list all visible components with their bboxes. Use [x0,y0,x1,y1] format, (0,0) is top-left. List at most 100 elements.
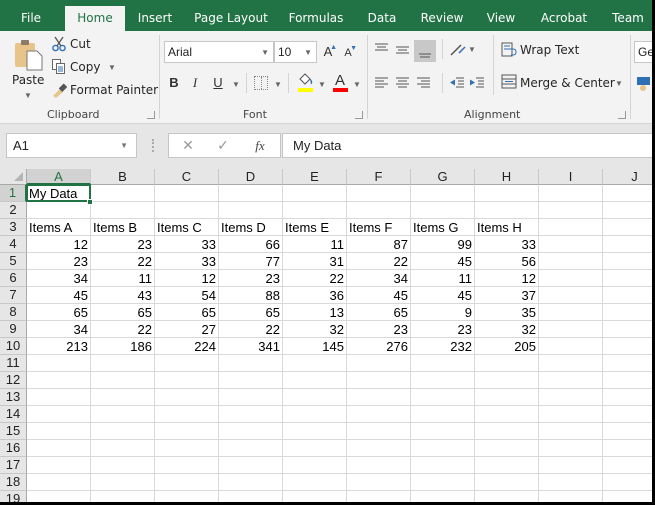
cell-f15[interactable] [347,423,411,440]
cell-e19[interactable] [283,491,347,502]
cell-b6[interactable]: 11 [91,270,155,287]
tab-home[interactable]: Home [65,6,125,31]
cell-a18[interactable] [27,474,91,491]
fill-color-dropdown-icon[interactable]: ▼ [318,80,326,89]
cell-j5[interactable] [603,253,652,270]
cell-j12[interactable] [603,372,652,389]
cell-b2[interactable] [91,202,155,219]
cell-c9[interactable]: 27 [155,321,219,338]
cell-j10[interactable] [603,338,652,355]
cell-f19[interactable] [347,491,411,502]
cell-j1[interactable] [603,185,652,202]
row-header-4[interactable]: 4 [0,236,27,253]
decrease-indent-button[interactable] [449,76,465,90]
column-header-e[interactable]: E [283,169,347,185]
column-header-f[interactable]: F [347,169,411,185]
cell-c19[interactable] [155,491,219,502]
cell-g12[interactable] [411,372,475,389]
underline-dropdown-icon[interactable]: ▼ [232,80,240,89]
tab-page-layout[interactable]: Page Layout [191,7,271,31]
column-header-d[interactable]: D [219,169,283,185]
cell-d15[interactable] [219,423,283,440]
number-format-select[interactable]: Ge [634,41,652,63]
column-header-j[interactable]: J [603,169,652,185]
column-header-b[interactable]: B [91,169,155,185]
tab-formulas[interactable]: Formulas [285,7,347,31]
column-header-i[interactable]: I [539,169,603,185]
font-size-select[interactable]: 10 ▼ [274,41,317,63]
cell-j8[interactable] [603,304,652,321]
cell-b19[interactable] [91,491,155,502]
cell-c1[interactable] [155,185,219,202]
cell-h4[interactable]: 33 [475,236,539,253]
cell-f9[interactable]: 23 [347,321,411,338]
cell-h15[interactable] [475,423,539,440]
cell-f12[interactable] [347,372,411,389]
cell-j4[interactable] [603,236,652,253]
cell-d5[interactable]: 77 [219,253,283,270]
cell-e9[interactable]: 32 [283,321,347,338]
cell-h2[interactable] [475,202,539,219]
cell-b13[interactable] [91,389,155,406]
cell-h14[interactable] [475,406,539,423]
cell-c13[interactable] [155,389,219,406]
cell-c10[interactable]: 224 [155,338,219,355]
cell-f8[interactable]: 65 [347,304,411,321]
row-header-8[interactable]: 8 [0,304,27,321]
tab-data[interactable]: Data [363,7,401,31]
cell-e12[interactable] [283,372,347,389]
cell-g17[interactable] [411,457,475,474]
cell-f18[interactable] [347,474,411,491]
cell-g6[interactable]: 11 [411,270,475,287]
row-header-1[interactable]: 1 [0,185,27,202]
cell-h17[interactable] [475,457,539,474]
row-header-2[interactable]: 2 [0,202,27,219]
tab-team[interactable]: Team [608,7,648,31]
cell-h9[interactable]: 32 [475,321,539,338]
tab-review[interactable]: Review [417,7,467,31]
cell-d3[interactable]: Items D [219,219,283,236]
formula-bar-grip-icon[interactable] [152,139,154,152]
align-top-button[interactable] [374,42,390,56]
cell-g4[interactable]: 99 [411,236,475,253]
cell-f3[interactable]: Items F [347,219,411,236]
cell-f4[interactable]: 87 [347,236,411,253]
align-left-button[interactable] [374,76,390,90]
cell-j11[interactable] [603,355,652,372]
cell-e1[interactable] [283,185,347,202]
cell-i11[interactable] [539,355,603,372]
row-header-18[interactable]: 18 [0,474,27,491]
cell-j16[interactable] [603,440,652,457]
cell-g19[interactable] [411,491,475,502]
cell-e17[interactable] [283,457,347,474]
cell-g7[interactable]: 45 [411,287,475,304]
cell-i18[interactable] [539,474,603,491]
cell-e14[interactable] [283,406,347,423]
cell-a17[interactable] [27,457,91,474]
orientation-button[interactable]: ▼ [449,41,476,57]
cell-j6[interactable] [603,270,652,287]
cell-b8[interactable]: 65 [91,304,155,321]
cell-i3[interactable] [539,219,603,236]
cell-h16[interactable] [475,440,539,457]
cell-e10[interactable]: 145 [283,338,347,355]
insert-function-button[interactable]: fx [247,134,273,157]
cell-e13[interactable] [283,389,347,406]
format-painter-button[interactable]: Format Painter [52,82,158,100]
cell-i16[interactable] [539,440,603,457]
cell-f1[interactable] [347,185,411,202]
cell-i8[interactable] [539,304,603,321]
row-header-16[interactable]: 16 [0,440,27,457]
formula-input[interactable]: My Data [282,133,652,158]
cell-d18[interactable] [219,474,283,491]
cell-a19[interactable] [27,491,91,502]
cell-c6[interactable]: 12 [155,270,219,287]
cell-b7[interactable]: 43 [91,287,155,304]
cell-a5[interactable]: 23 [27,253,91,270]
align-middle-button[interactable] [395,42,411,56]
row-header-5[interactable]: 5 [0,253,27,270]
cell-i19[interactable] [539,491,603,502]
row-header-9[interactable]: 9 [0,321,27,338]
cell-e6[interactable]: 22 [283,270,347,287]
wrap-text-button[interactable]: Wrap Text [501,42,581,60]
